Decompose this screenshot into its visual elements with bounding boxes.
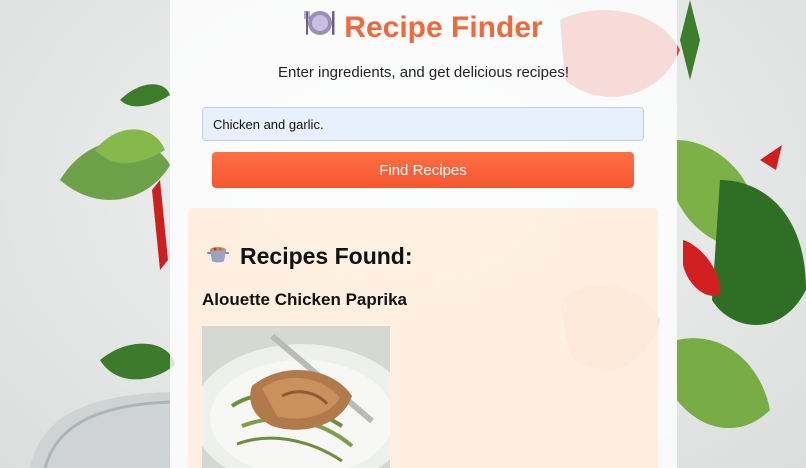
recipe-title[interactable]: Alouette Chicken Paprika — [202, 290, 407, 310]
subtitle: Enter ingredients, and get delicious rec… — [277, 64, 569, 81]
recipe-finder-card: Recipe Finder Enter ingredients, and get… — [170, 0, 677, 468]
ingredients-input[interactable] — [202, 107, 644, 141]
recipe-photo[interactable] — [202, 326, 390, 468]
stew-pot-icon — [206, 241, 230, 271]
results-heading: Recipes Found: — [206, 242, 413, 271]
plate-with-utensils-icon — [304, 6, 336, 49]
page-title: Recipe Finder — [170, 8, 677, 49]
find-recipes-button[interactable]: Find Recipes — [212, 152, 634, 188]
results-panel: Recipes Found: Alouette Chicken Paprika — [188, 208, 658, 468]
results-heading-text: Recipes Found: — [240, 243, 413, 269]
app-title-text: Recipe Finder — [344, 11, 543, 44]
